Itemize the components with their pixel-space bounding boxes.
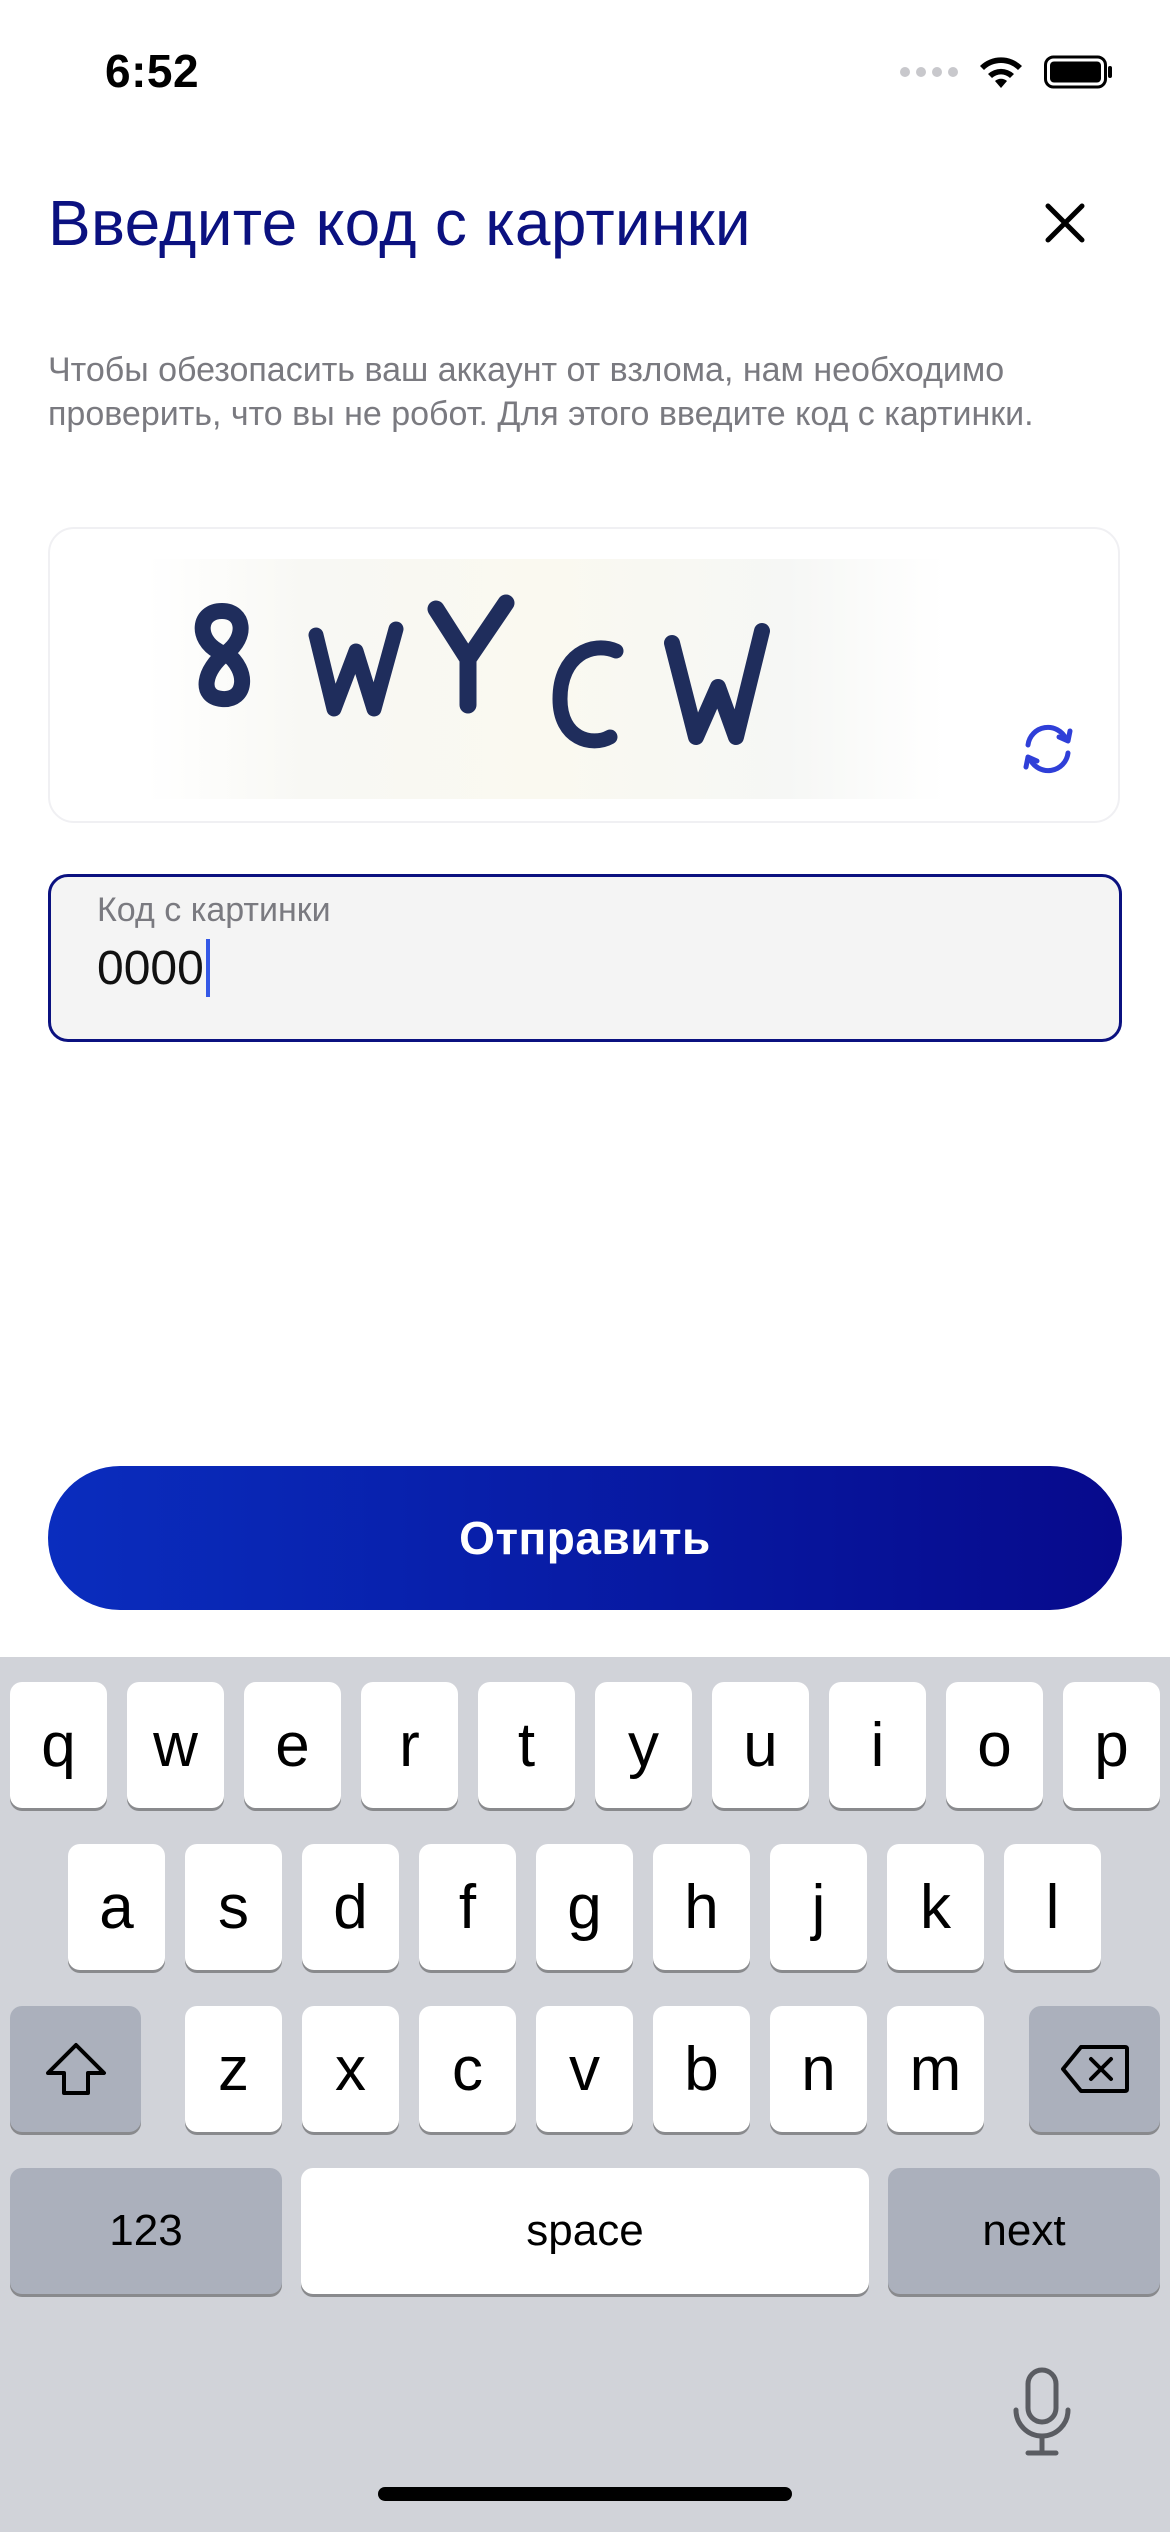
code-field-text: 0000 (97, 941, 204, 995)
description-text: Чтобы обезопасить ваш аккаунт от взлома,… (48, 351, 1034, 433)
key-x[interactable]: x (302, 2006, 399, 2132)
key-q[interactable]: q (10, 1682, 107, 1808)
text-caret (205, 939, 210, 997)
key-j[interactable]: j (770, 1844, 867, 1970)
key-n[interactable]: n (770, 2006, 867, 2132)
home-indicator (378, 2487, 792, 2501)
key-i[interactable]: i (829, 1682, 926, 1808)
code-field-label: Код с картинки (97, 891, 331, 929)
key-w[interactable]: w (127, 1682, 224, 1808)
wifi-icon (980, 57, 1022, 88)
key-k[interactable]: k (887, 1844, 984, 1970)
code-field-value[interactable]: 0000 (97, 939, 210, 997)
key-e[interactable]: e (244, 1682, 341, 1808)
backspace-icon (1060, 2045, 1129, 2093)
key-t[interactable]: t (478, 1682, 575, 1808)
captcha-box (48, 527, 1120, 823)
close-icon[interactable] (1040, 198, 1090, 248)
key-p[interactable]: p (1063, 1682, 1160, 1808)
refresh-icon[interactable] (1016, 717, 1080, 781)
key-s[interactable]: s (185, 1844, 282, 1970)
key-u[interactable]: u (712, 1682, 809, 1808)
key-a[interactable]: a (68, 1844, 165, 1970)
captcha-image (146, 559, 946, 799)
shift-key[interactable] (10, 2006, 141, 2132)
key-b[interactable]: b (653, 2006, 750, 2132)
key-y[interactable]: y (595, 1682, 692, 1808)
space-key[interactable]: space (301, 2168, 869, 2294)
numbers-key[interactable]: 123 (10, 2168, 282, 2294)
submit-button[interactable]: Отправить (48, 1466, 1122, 1610)
delete-key[interactable] (1029, 2006, 1160, 2132)
next-key[interactable]: next (888, 2168, 1160, 2294)
microphone-icon[interactable] (1010, 2366, 1074, 2458)
key-h[interactable]: h (653, 1844, 750, 1970)
key-d[interactable]: d (302, 1844, 399, 1970)
key-r[interactable]: r (361, 1682, 458, 1808)
key-l[interactable]: l (1004, 1844, 1101, 1970)
key-z[interactable]: z (185, 2006, 282, 2132)
signal-icon (900, 67, 958, 77)
captcha-code-input[interactable]: Код с картинки 0000 (48, 874, 1122, 1042)
key-f[interactable]: f (419, 1844, 516, 1970)
key-c[interactable]: c (419, 2006, 516, 2132)
page-title: Введите код с картинки (48, 187, 751, 259)
battery-icon (1044, 55, 1112, 89)
status-time: 6:52 (105, 45, 200, 97)
shift-icon (45, 2043, 106, 2095)
key-g[interactable]: g (536, 1844, 633, 1970)
key-o[interactable]: o (946, 1682, 1043, 1808)
key-v[interactable]: v (536, 2006, 633, 2132)
status-icons (900, 52, 1114, 92)
key-m[interactable]: m (887, 2006, 984, 2132)
